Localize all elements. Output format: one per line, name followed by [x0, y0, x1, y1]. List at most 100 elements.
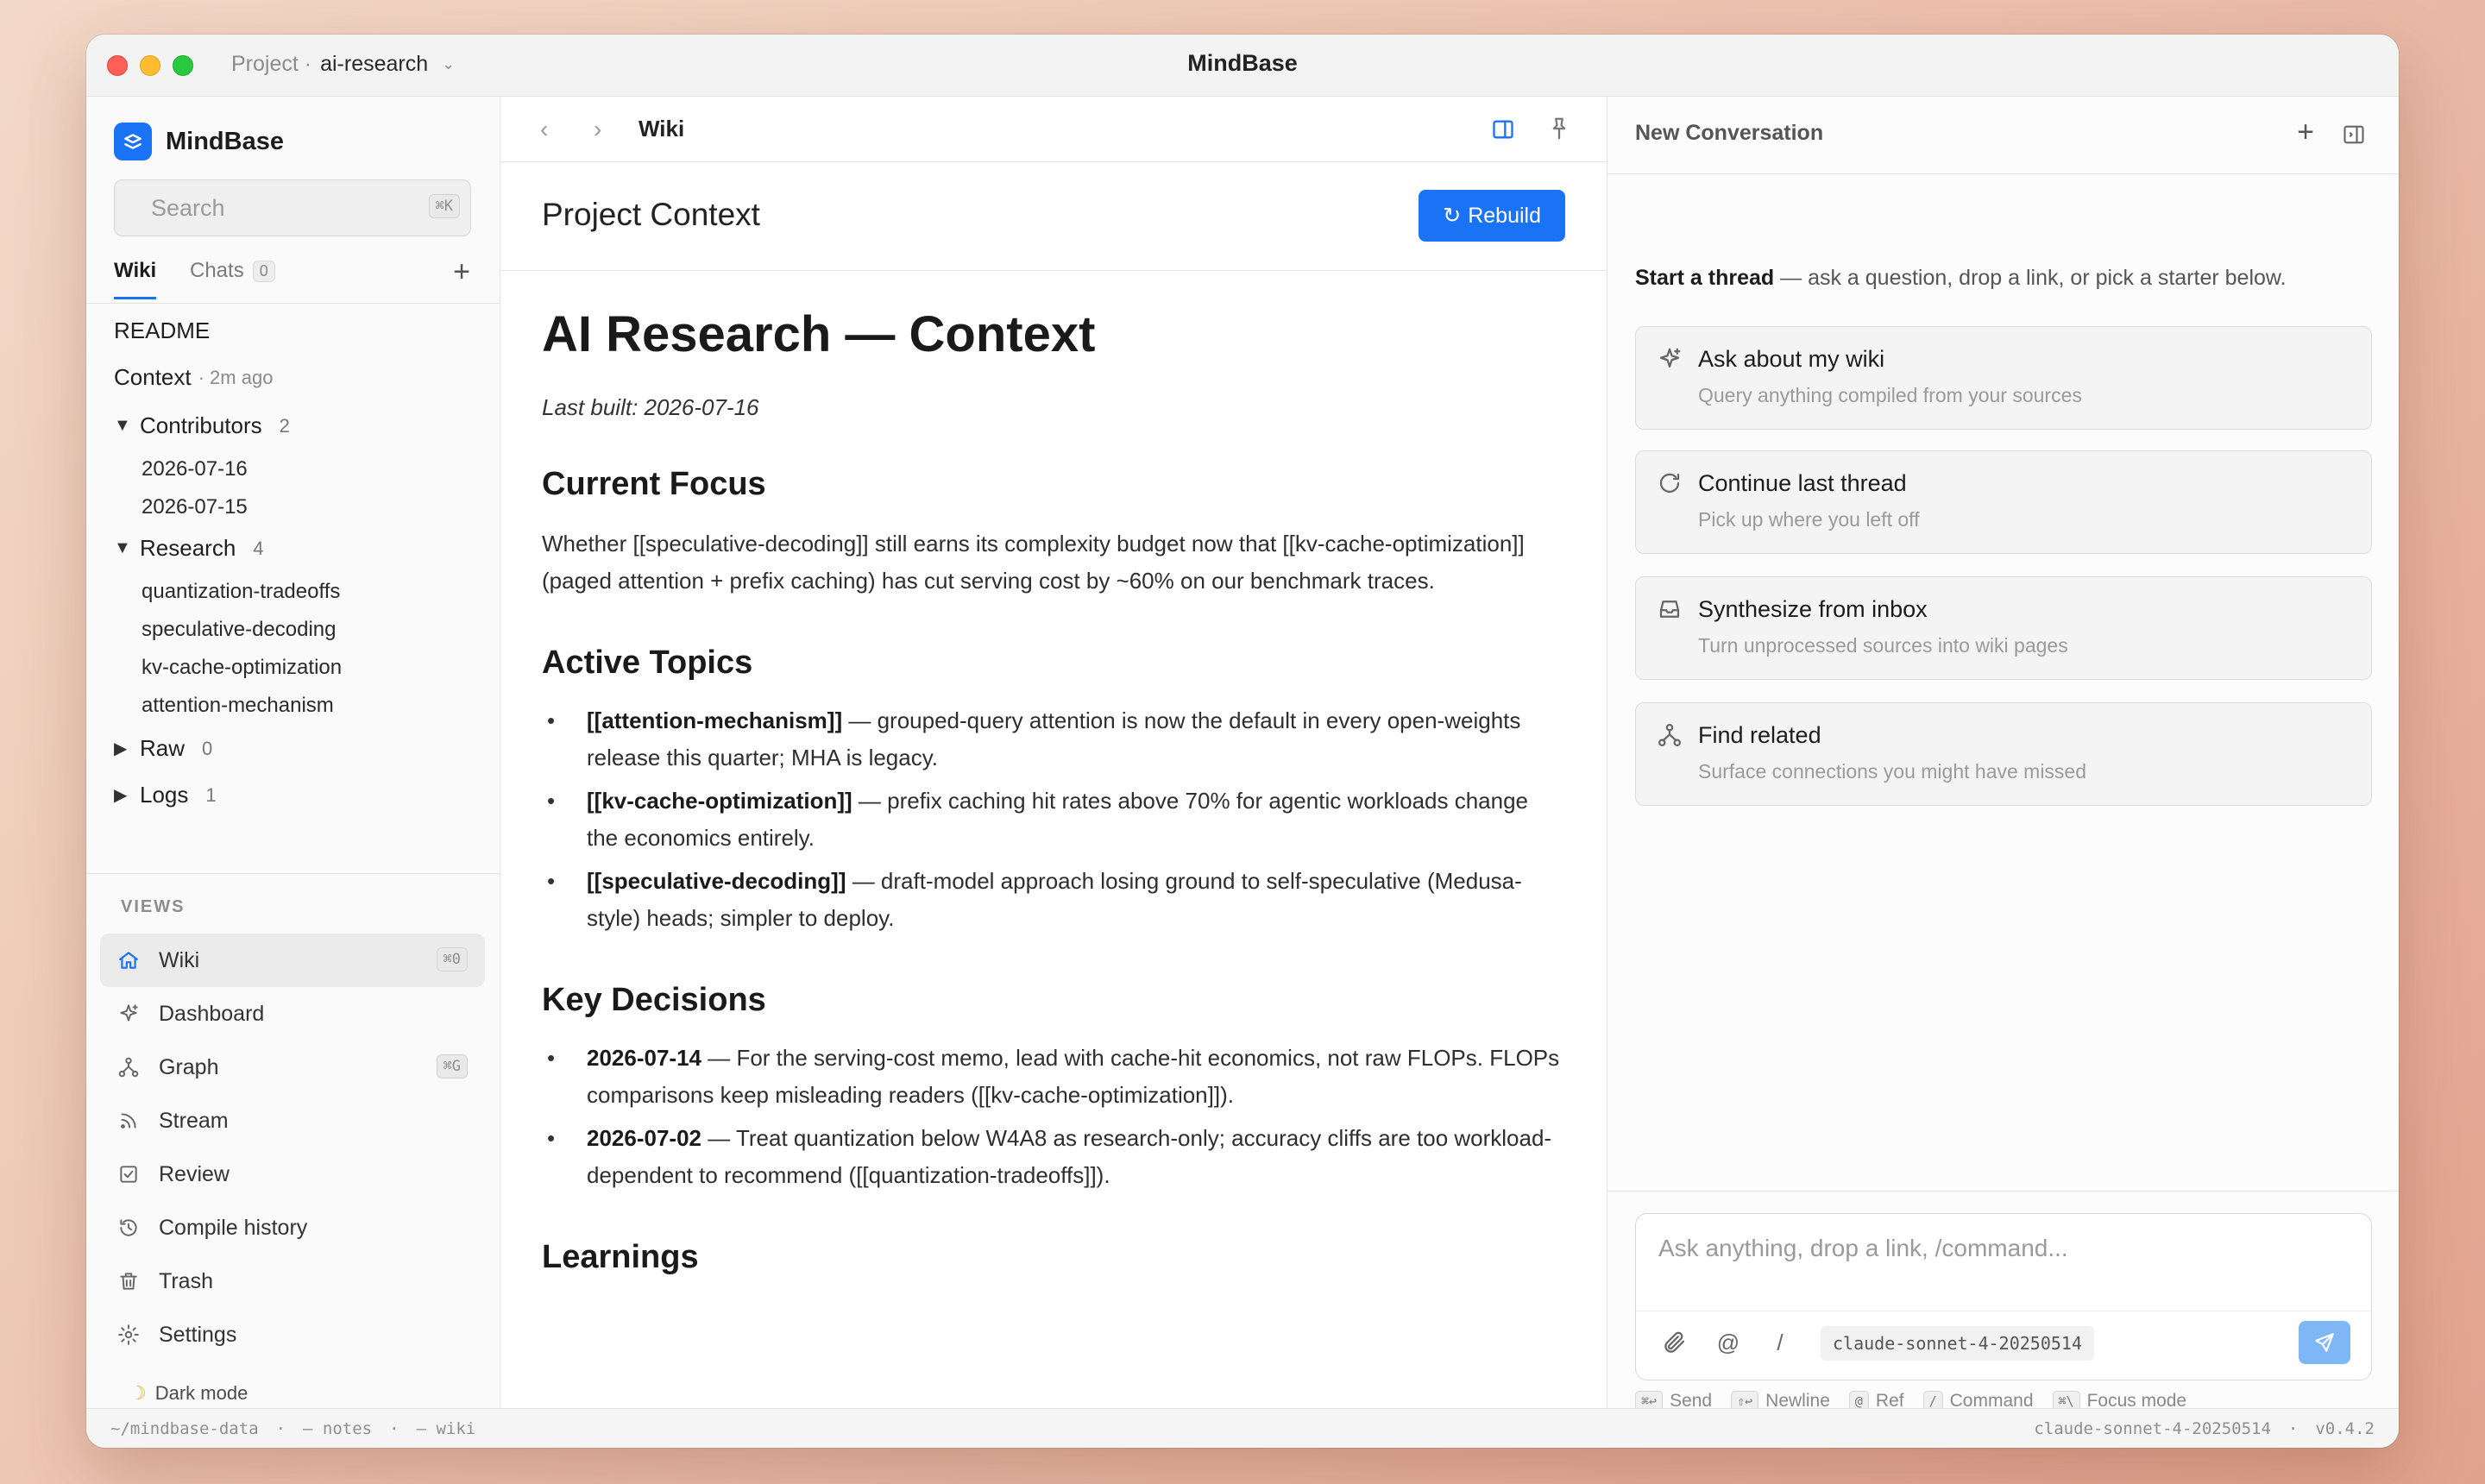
wiki-link[interactable]: [[speculative-decoding]] [587, 868, 846, 894]
nav-wiki[interactable]: Wiki ⌘0 [100, 934, 485, 987]
starter-title: Synthesize from inbox [1698, 596, 1928, 622]
rebuild-button[interactable]: ↻ Rebuild [1419, 190, 1565, 242]
pin-icon[interactable] [1546, 116, 1572, 141]
nav-label: Trash [159, 1268, 213, 1293]
sparkle-icon [120, 1004, 138, 1022]
zoom-window-button[interactable] [173, 55, 193, 76]
nav-settings[interactable]: Settings [100, 1308, 485, 1361]
composer-placeholder[interactable]: Ask anything, drop a link, /command... [1658, 1235, 2068, 1262]
tree-item-context[interactable]: Context · 2m ago [114, 364, 273, 391]
doc-title: AI Research — Context [542, 306, 1096, 362]
nav-review[interactable]: Review [100, 1148, 485, 1201]
brand: MindBase [114, 123, 284, 160]
add-icon[interactable]: + [453, 255, 470, 289]
dark-mode-label: Dark mode [154, 1382, 248, 1404]
rebuild-label: Rebuild [1468, 203, 1541, 228]
divider [86, 873, 500, 874]
conversation-intro: Start a thread — ask a question, drop a … [1635, 266, 2287, 291]
dark-mode-toggle[interactable]: ☽ Dark mode [129, 1382, 248, 1405]
tree-item-readme[interactable]: README [114, 318, 210, 344]
content-nav-title: Wiki [639, 116, 685, 141]
nav-label: Dashboard [159, 1001, 265, 1026]
starter-subtitle: Query anything compiled from your source… [1698, 384, 2082, 406]
mention-icon[interactable]: @ [1715, 1330, 1741, 1355]
starter-synthesize-inbox[interactable]: Synthesize from inbox Turn unprocessed s… [1635, 576, 2372, 680]
forward-icon[interactable]: › [594, 116, 601, 143]
main-content: ‹ › Wiki Project Context ↻ Rebuild AI Re… [500, 97, 1607, 1408]
tree-folder-contributors[interactable]: ▼ Contributors 2 [114, 412, 290, 439]
home-icon [119, 952, 138, 969]
project-selector[interactable]: Project · ai-research ⌄ [231, 52, 455, 77]
minimize-window-button[interactable] [140, 55, 160, 76]
triangle-right-icon: ▶ [114, 786, 128, 805]
list-item: [[attention-mechanism]] — grouped-query … [542, 702, 1560, 777]
section-heading: Active Topics [542, 645, 753, 681]
collapse-panel-icon[interactable] [2342, 123, 2366, 147]
tree-folder-logs[interactable]: ▶ Logs 1 [114, 782, 217, 808]
new-conversation-icon[interactable]: + [2297, 116, 2314, 149]
nav-graph[interactable]: Graph ⌘G [100, 1041, 485, 1094]
status-right: claude-sonnet-4-20250514 · v0.4.2 [2034, 1419, 2375, 1438]
tab-wiki[interactable]: Wiki [114, 259, 157, 299]
page-header: Project Context ↻ Rebuild [500, 162, 1607, 271]
intro-bold: Start a thread [1635, 266, 1775, 290]
attach-icon[interactable] [1662, 1330, 1688, 1355]
starter-continue-thread[interactable]: Continue last thread Pick up where you l… [1635, 450, 2372, 554]
search-input[interactable]: Search ⌘K [114, 179, 471, 236]
topics-list: [[attention-mechanism]] — grouped-query … [542, 702, 1560, 937]
separator: · [389, 1419, 399, 1438]
graph-icon [1658, 724, 1681, 746]
close-window-button[interactable] [107, 55, 128, 76]
back-icon[interactable]: ‹ [540, 116, 548, 143]
triangle-down-icon: ▼ [114, 416, 131, 435]
conversation-title: New Conversation [1635, 121, 1824, 145]
sparkle-icon [1659, 348, 1681, 368]
tree-item-count: 1 [205, 783, 217, 806]
title-bar: Project · ai-research ⌄ MindBase [86, 35, 2399, 97]
graph-icon [118, 1057, 139, 1078]
nav-stream[interactable]: Stream [100, 1094, 485, 1148]
page-title: Project Context [542, 197, 760, 232]
status-left: ~/mindbase-data · — notes · — wiki [110, 1419, 475, 1438]
tree-item-research[interactable]: speculative-decoding [142, 618, 336, 642]
tree-item-label: Raw [140, 735, 186, 761]
tree-item-research[interactable]: kv-cache-optimization [142, 656, 342, 680]
separator: · [2287, 1419, 2299, 1438]
views-heading: VIEWS [121, 897, 186, 916]
tree-folder-research[interactable]: ▼ Research 4 [114, 535, 264, 562]
model-name: claude-sonnet-4-20250514 [2034, 1419, 2271, 1438]
split-view-icon[interactable] [1491, 117, 1515, 141]
wiki-link[interactable]: [[attention-mechanism]] [587, 707, 842, 733]
send-button[interactable] [2299, 1321, 2350, 1364]
nav-compile-history[interactable]: Compile history [100, 1201, 485, 1254]
version: v0.4.2 [2315, 1419, 2375, 1438]
message-composer[interactable]: Ask anything, drop a link, /command... @… [1635, 1213, 2372, 1380]
tree-folder-raw[interactable]: ▶ Raw 0 [114, 735, 212, 762]
rss-icon [121, 1113, 136, 1129]
nav-trash[interactable]: Trash [100, 1254, 485, 1308]
tree-item-research[interactable]: quantization-tradeoffs [142, 580, 340, 604]
triangle-down-icon: ▼ [114, 538, 131, 557]
tree-item-label: Logs [140, 782, 189, 808]
breadcrumb-prefix: Project · [231, 52, 312, 76]
tree-item-research[interactable]: attention-mechanism [142, 694, 334, 718]
tree-item-label: Context [114, 364, 192, 390]
doc-built-date: Last built: 2026-07-16 [542, 394, 759, 420]
nav-shortcut: ⌘G [436, 1054, 468, 1078]
slash-command-icon[interactable]: / [1767, 1330, 1793, 1355]
starter-find-related[interactable]: Find related Surface connections you mig… [1635, 702, 2372, 806]
sidebar: MindBase Search ⌘K Wiki Chats 0 + README… [86, 97, 500, 1408]
brand-name: MindBase [166, 127, 284, 155]
tree-item-contributor[interactable]: 2026-07-15 [142, 495, 248, 519]
starter-subtitle: Turn unprocessed sources into wiki pages [1698, 634, 2068, 657]
tree-item-contributor[interactable]: 2026-07-16 [142, 457, 248, 481]
starter-ask-wiki[interactable]: Ask about my wiki Query anything compile… [1635, 326, 2372, 430]
nav-dashboard[interactable]: Dashboard [100, 987, 485, 1041]
intro-text: — ask a question, drop a link, or pick a… [1774, 266, 2287, 290]
project-name: ai-research [320, 52, 429, 76]
wiki-link[interactable]: [[kv-cache-optimization]] [587, 788, 852, 814]
nav-label: Compile history [159, 1215, 308, 1240]
tab-chats[interactable]: Chats 0 [190, 259, 275, 297]
gear-icon [118, 1324, 139, 1345]
model-selector[interactable]: claude-sonnet-4-20250514 [1821, 1326, 2094, 1361]
